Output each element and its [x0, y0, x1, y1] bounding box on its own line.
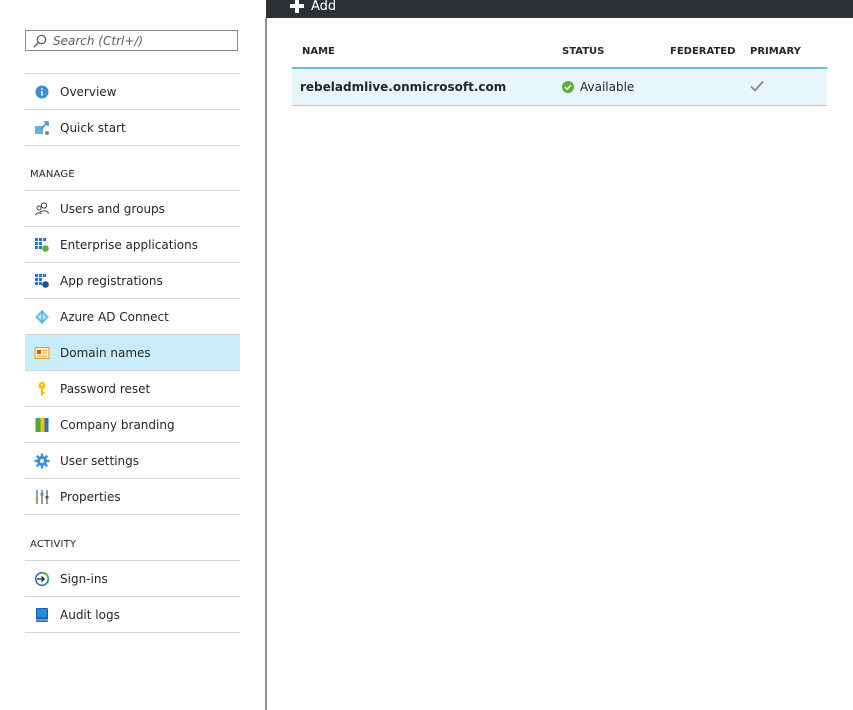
- primary-cell: [750, 80, 827, 95]
- command-bar: Add: [266, 0, 853, 18]
- menu-item-app-registrations[interactable]: App registrations: [25, 262, 240, 298]
- menu-item-sign-ins[interactable]: Sign-ins: [25, 560, 240, 596]
- users-icon: [34, 201, 50, 217]
- sliders-icon: [34, 489, 50, 505]
- column-header-primary[interactable]: PRIMARY: [750, 46, 827, 57]
- menu-item-label: App registrations: [60, 273, 163, 288]
- resource-menu: Overview Quick start MANAGE Users and gr…: [0, 0, 266, 710]
- menu-item-audit-logs[interactable]: Audit logs: [25, 596, 240, 633]
- menu-item-domain-names[interactable]: Domain names: [25, 334, 240, 370]
- menu-item-label: Domain names: [60, 345, 151, 360]
- search-icon: [33, 34, 47, 47]
- menu-item-label: Quick start: [60, 120, 126, 135]
- book-icon: [34, 607, 50, 623]
- signin-icon: [34, 571, 50, 587]
- column-header-name[interactable]: NAME: [292, 46, 562, 57]
- grid-header: NAME STATUS FEDERATED PRIMARY: [292, 36, 827, 69]
- menu-item-users-and-groups[interactable]: Users and groups: [25, 190, 240, 226]
- search-box[interactable]: [25, 30, 238, 51]
- branding-icon: [34, 417, 50, 433]
- column-header-federated[interactable]: FEDERATED: [670, 46, 750, 57]
- menu-item-label: Company branding: [60, 417, 175, 432]
- add-button[interactable]: Add: [290, 0, 336, 16]
- ad-connect-icon: [34, 309, 50, 325]
- menu-item-label: Azure AD Connect: [60, 309, 169, 324]
- menu-item-label: Overview: [60, 84, 117, 99]
- gear-icon: [34, 453, 50, 469]
- menu-group-manage: Users and groups Enterprise applications…: [25, 190, 240, 515]
- menu-item-overview[interactable]: Overview: [25, 73, 240, 109]
- column-header-status[interactable]: STATUS: [562, 46, 670, 57]
- blade-divider: [265, 18, 267, 710]
- menu-item-user-settings[interactable]: User settings: [25, 442, 240, 478]
- menu-item-properties[interactable]: Properties: [25, 478, 240, 515]
- menu-item-enterprise-applications[interactable]: Enterprise applications: [25, 226, 240, 262]
- key-icon: [34, 381, 50, 397]
- menu-item-password-reset[interactable]: Password reset: [25, 370, 240, 406]
- search-input[interactable]: [53, 33, 223, 48]
- menu-item-label: Audit logs: [60, 607, 120, 622]
- menu-item-label: Users and groups: [60, 201, 165, 216]
- menu-item-label: Enterprise applications: [60, 237, 198, 252]
- section-header-activity: ACTIVITY: [30, 539, 77, 550]
- menu-item-label: Sign-ins: [60, 571, 108, 586]
- enterprise-apps-icon: [34, 237, 50, 253]
- checkmark-icon: [750, 80, 764, 92]
- status-text: Available: [580, 80, 635, 94]
- section-header-manage: MANAGE: [30, 169, 75, 180]
- menu-item-company-branding[interactable]: Company branding: [25, 406, 240, 442]
- status-cell: Available: [562, 80, 670, 94]
- info-icon: [34, 84, 50, 100]
- plus-icon: [290, 0, 304, 13]
- domain-names-icon: [34, 345, 50, 361]
- menu-item-label: User settings: [60, 453, 140, 468]
- table-row[interactable]: rebeladmlive.onmicrosoft.com Available: [292, 69, 827, 106]
- menu-item-label: Password reset: [60, 381, 151, 396]
- menu-group-top: Overview Quick start: [25, 73, 240, 146]
- domain-name-cell: rebeladmlive.onmicrosoft.com: [300, 80, 507, 94]
- menu-item-azure-ad-connect[interactable]: Azure AD Connect: [25, 298, 240, 334]
- check-circle-icon: [562, 81, 574, 93]
- menu-item-quick-start[interactable]: Quick start: [25, 109, 240, 146]
- app-registrations-icon: [34, 273, 50, 289]
- quickstart-icon: [34, 120, 50, 136]
- menu-group-activity: Sign-ins Audit logs: [25, 560, 240, 633]
- domain-names-grid: NAME STATUS FEDERATED PRIMARY rebeladmli…: [292, 36, 827, 106]
- menu-item-label: Properties: [60, 489, 121, 504]
- add-button-label: Add: [311, 0, 337, 14]
